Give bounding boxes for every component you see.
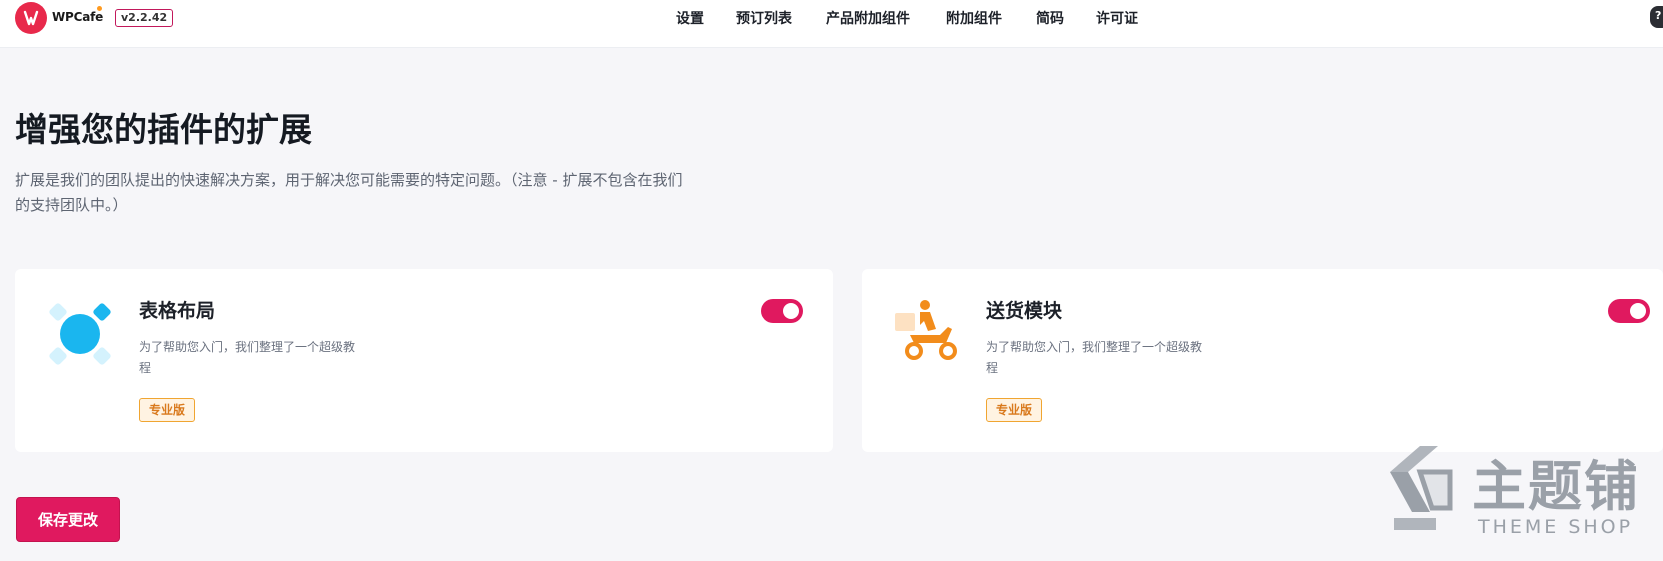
toggle-knob — [783, 303, 799, 319]
extension-toggle-table-layout[interactable] — [761, 299, 803, 323]
extension-description: 为了帮助您入门，我们整理了一个超级教程 — [986, 340, 1203, 375]
pro-badge: 专业版 — [986, 398, 1043, 422]
toggle-knob — [1630, 303, 1646, 319]
help-chat-icon[interactable]: ? — [1650, 6, 1663, 28]
extension-title: 送货模块 — [986, 300, 1063, 322]
page-description: 扩展是我们的团队提出的快速解决方案，用于解决您可能需要的特定问题。（注意 - 扩… — [15, 171, 683, 214]
nav-item-settings[interactable]: 设置 — [676, 8, 704, 28]
theme-shop-watermark: 主题铺 THEME SHOP — [1380, 438, 1663, 548]
pro-badge: 专业版 — [139, 398, 196, 422]
nav-item-license[interactable]: 许可证 — [1096, 8, 1138, 28]
extension-card-delivery-module: 送货模块 为了帮助您入门，我们整理了一个超级教程 专业版 — [862, 269, 1663, 452]
table-layout-icon — [45, 299, 115, 369]
delivery-scooter-icon — [892, 299, 962, 369]
brand-accent-dot — [97, 6, 102, 11]
extension-toggle-delivery-module[interactable] — [1608, 299, 1650, 323]
nav-item-reservation-list[interactable]: 预订列表 — [736, 8, 792, 28]
extension-description: 为了帮助您入门，我们整理了一个超级教程 — [139, 340, 356, 375]
theme-shop-logo-icon — [1380, 442, 1470, 538]
extension-card-table-layout: 表格布局 为了帮助您入门，我们整理了一个超级教程 专业版 — [15, 269, 833, 452]
extension-title: 表格布局 — [139, 300, 216, 322]
nav-item-addons[interactable]: 附加组件 — [946, 8, 1002, 28]
page-title: 增强您的插件的扩展 — [15, 110, 312, 149]
wpcafe-logo-icon[interactable] — [15, 2, 47, 34]
save-changes-button[interactable]: 保存更改 — [16, 497, 120, 542]
nav-item-shortcodes[interactable]: 简码 — [1036, 8, 1064, 28]
top-bar: WPCafe v2.2.42 设置 预订列表 产品附加组件 附加组件 简码 许可… — [0, 0, 1663, 48]
version-badge: v2.2.42 — [115, 9, 174, 27]
watermark-text-en: THEME SHOP — [1478, 516, 1634, 538]
watermark-text-cn: 主题铺 — [1472, 455, 1640, 518]
nav-item-product-addons[interactable]: 产品附加组件 — [826, 8, 910, 28]
brand-name: WPCafe — [52, 10, 104, 24]
